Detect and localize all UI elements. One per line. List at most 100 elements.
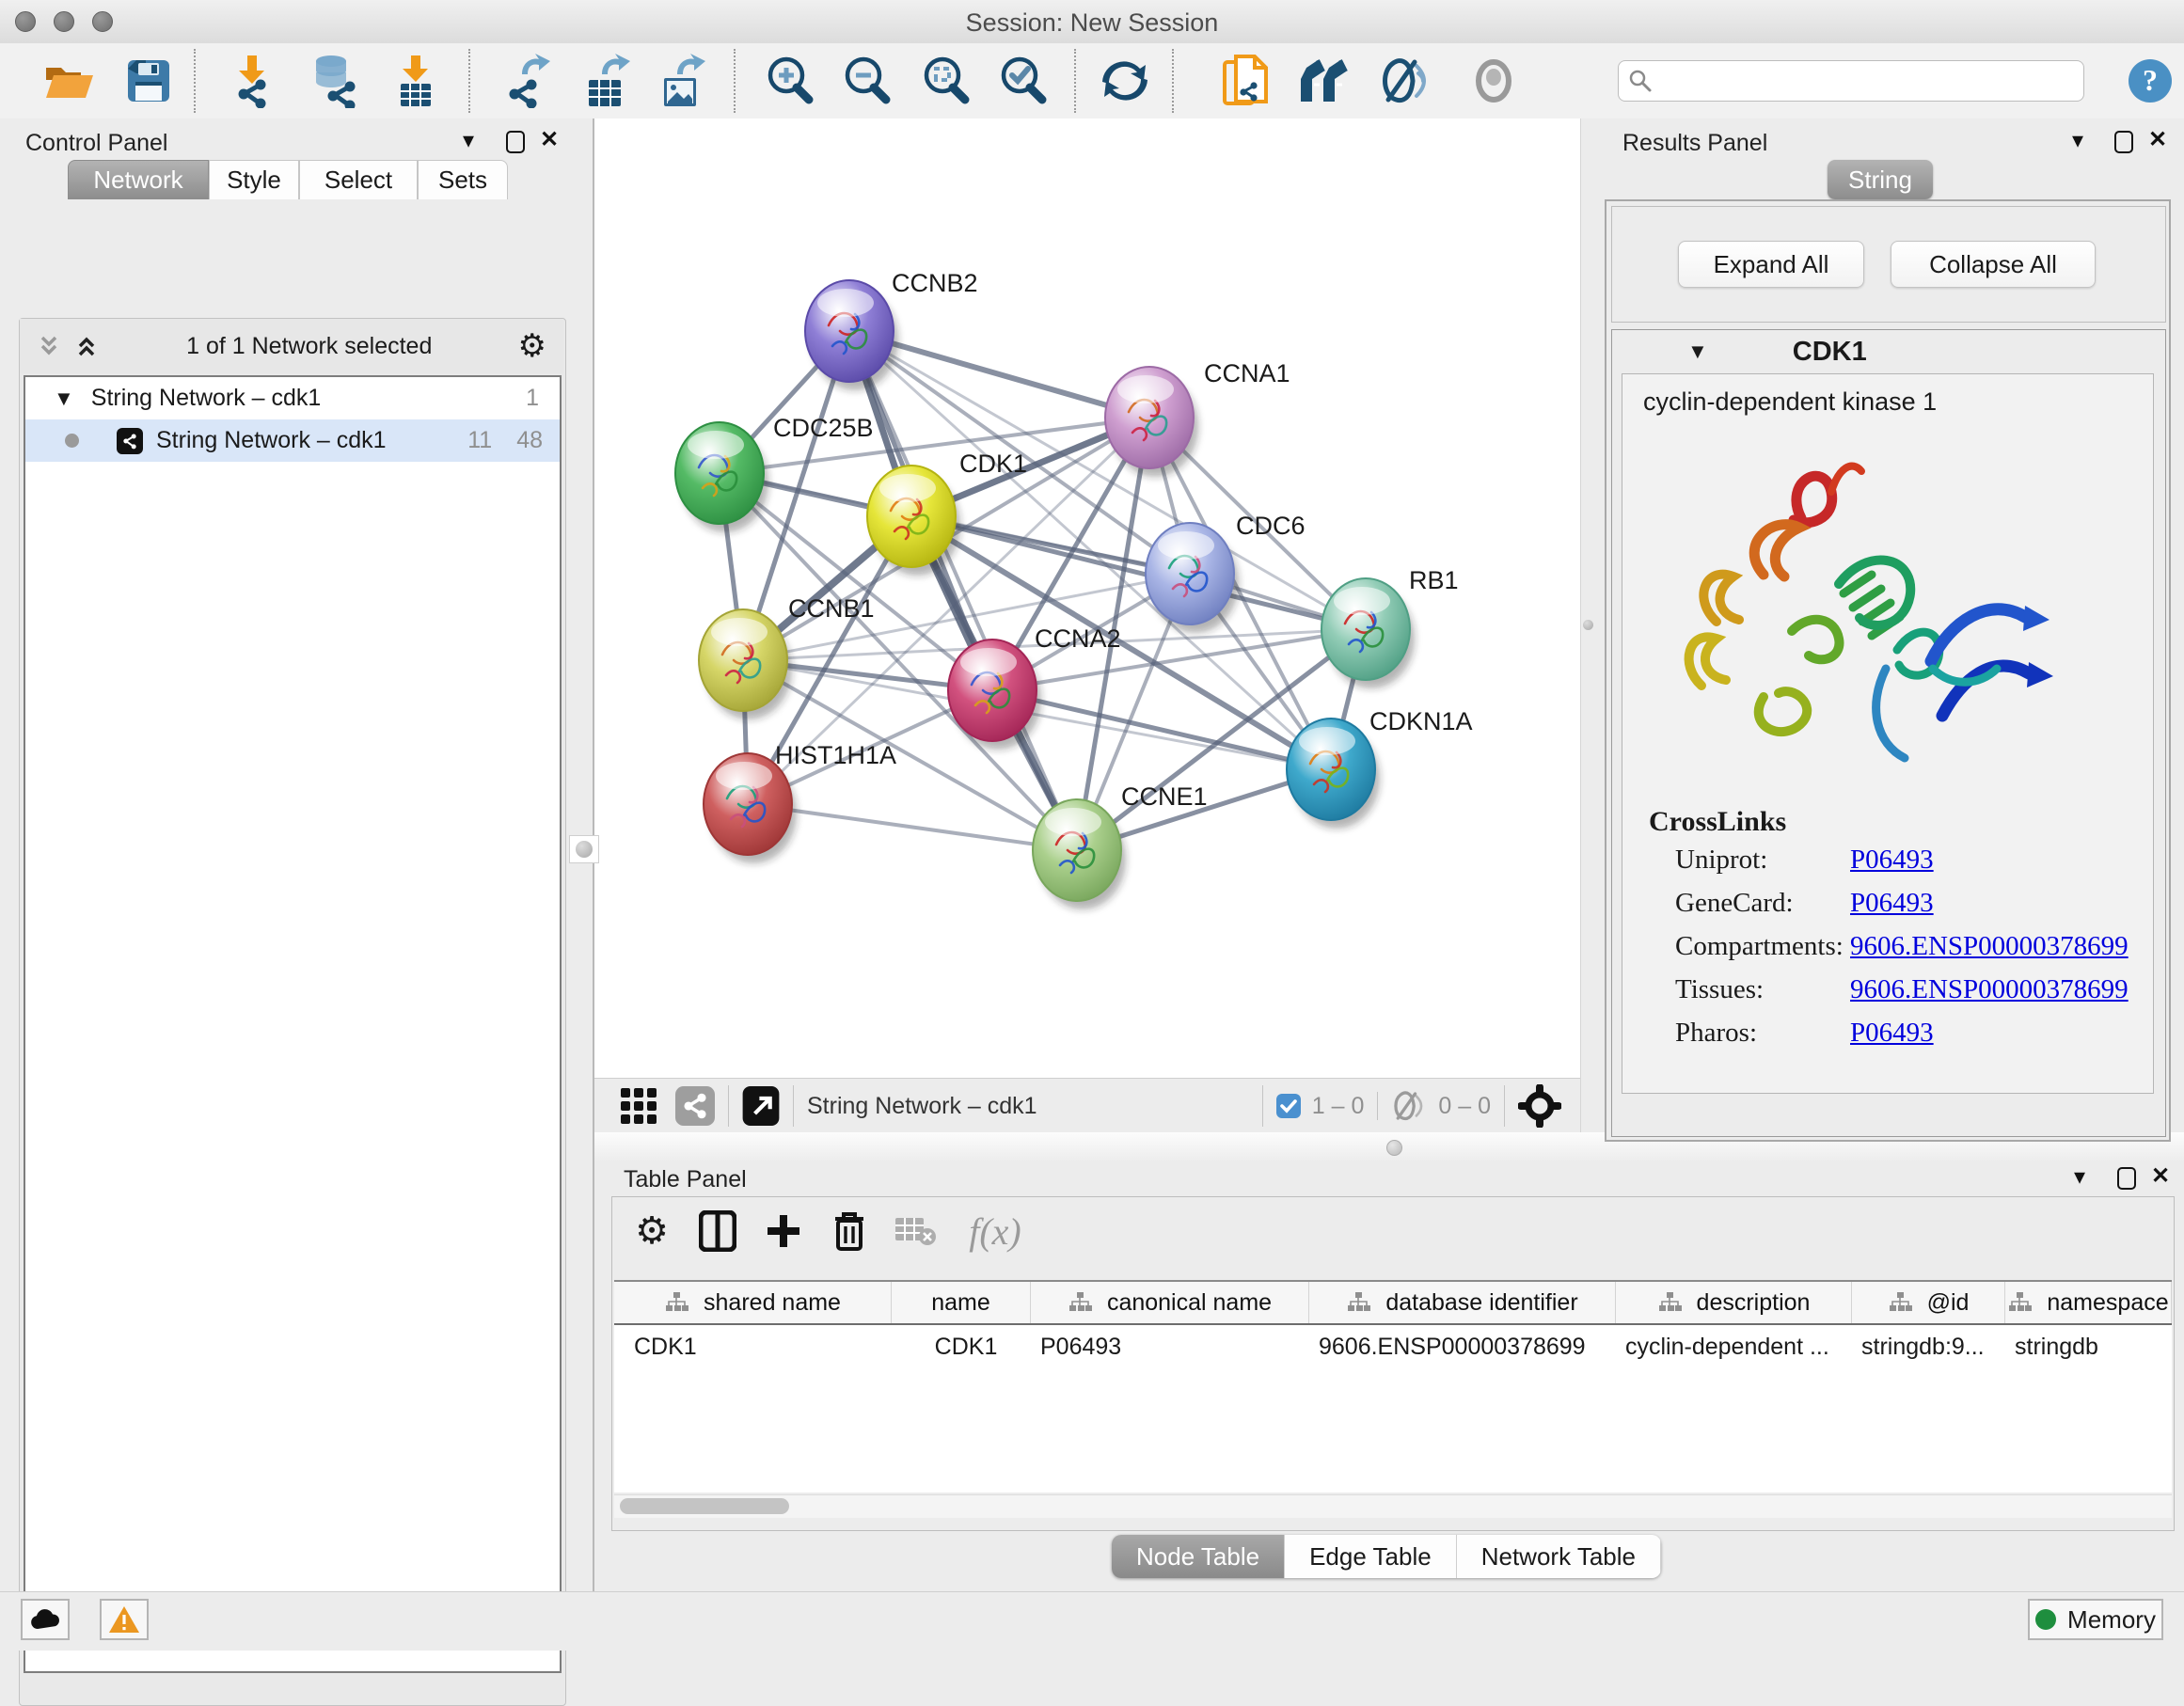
zoom-in-icon[interactable] bbox=[760, 51, 820, 111]
selected-checkbox-icon[interactable] bbox=[1276, 1094, 1301, 1118]
right-splitter[interactable] bbox=[1580, 118, 1595, 1132]
import-database-icon[interactable] bbox=[303, 51, 363, 111]
network-node-CCNE1[interactable] bbox=[1033, 799, 1126, 909]
column-header-database-identifier[interactable]: database identifier bbox=[1309, 1282, 1616, 1323]
panel-menu-icon[interactable]: ▾ bbox=[2072, 130, 2083, 152]
help-icon[interactable]: ? bbox=[2120, 51, 2180, 111]
column-header-description[interactable]: description bbox=[1616, 1282, 1852, 1323]
cloud-button[interactable] bbox=[21, 1599, 70, 1640]
crosslink-link[interactable]: 9606.ENSP00000378699 bbox=[1850, 931, 2129, 962]
show-graphics-icon[interactable] bbox=[1464, 51, 1524, 111]
cell-namespace[interactable]: stringdb bbox=[2005, 1325, 2172, 1368]
results-panel-title: Results Panel bbox=[1622, 130, 1767, 157]
node-table[interactable]: shared namenamecanonical namedatabase id… bbox=[614, 1280, 2172, 1493]
add-column-icon[interactable] bbox=[757, 1205, 810, 1257]
collapse-all-button[interactable]: Collapse All bbox=[1891, 241, 2096, 288]
left-splitter-handle[interactable] bbox=[569, 835, 599, 863]
save-session-icon[interactable] bbox=[119, 51, 179, 111]
delete-icon[interactable] bbox=[823, 1205, 876, 1257]
section-caret-icon[interactable]: ▼ bbox=[1687, 340, 1708, 364]
column-header-@id[interactable]: @id bbox=[1852, 1282, 2005, 1323]
cell-canonical-name[interactable]: P06493 bbox=[1031, 1325, 1309, 1368]
annotations-icon[interactable] bbox=[1217, 51, 1277, 111]
cell-name[interactable]: CDK1 bbox=[892, 1325, 1031, 1368]
split-view-icon[interactable] bbox=[691, 1205, 744, 1257]
string-network-graph[interactable]: CCNB2CCNA1CDC25BCDK1CDC6RB1CCNB1CCNA2CDK… bbox=[594, 118, 1580, 1078]
birds-eye-grid-icon[interactable] bbox=[619, 1086, 658, 1126]
search-input[interactable] bbox=[1653, 67, 2083, 95]
crosslink-link[interactable]: P06493 bbox=[1850, 888, 1934, 919]
network-node-CDK1[interactable] bbox=[867, 466, 960, 576]
collection-caret-icon[interactable]: ▼ bbox=[54, 387, 74, 411]
network-node-RB1[interactable] bbox=[1321, 578, 1415, 688]
zoom-selected-icon[interactable] bbox=[993, 51, 1053, 111]
panel-menu-icon[interactable]: ▾ bbox=[463, 130, 474, 152]
cell-@id[interactable]: stringdb:9... bbox=[1852, 1325, 2005, 1368]
network-node-CDKN1A[interactable] bbox=[1287, 719, 1380, 829]
panel-menu-icon[interactable]: ▾ bbox=[2074, 1166, 2085, 1189]
network-node-CCNA1[interactable] bbox=[1105, 367, 1198, 477]
network-node-CDC6[interactable] bbox=[1146, 523, 1239, 633]
refresh-icon[interactable] bbox=[1095, 51, 1155, 111]
crosslink-link[interactable]: 9606.ENSP00000378699 bbox=[1850, 974, 2129, 1005]
panel-close-icon[interactable]: ✕ bbox=[2148, 129, 2167, 151]
column-header-name[interactable]: name bbox=[892, 1282, 1031, 1323]
network-node-CCNB2[interactable] bbox=[805, 280, 898, 390]
share-view-icon[interactable] bbox=[675, 1086, 715, 1126]
network-options-gear-icon[interactable]: ⚙ bbox=[518, 330, 546, 362]
network-node-CCNA2[interactable] bbox=[948, 640, 1041, 750]
tab-string[interactable]: String bbox=[1828, 160, 1933, 199]
tab-network-table[interactable]: Network Table bbox=[1457, 1535, 1661, 1578]
tab-node-table[interactable]: Node Table bbox=[1112, 1535, 1285, 1578]
network-canvas[interactable]: CCNB2CCNA1CDC25BCDK1CDC6RB1CCNB1CCNA2CDK… bbox=[594, 118, 1580, 1078]
export-image-icon[interactable] bbox=[653, 51, 713, 111]
network-collection-row[interactable]: ▼ String Network – cdk1 1 bbox=[25, 377, 560, 419]
tab-edge-table[interactable]: Edge Table bbox=[1285, 1535, 1457, 1578]
crosshair-icon[interactable] bbox=[1518, 1084, 1561, 1128]
column-header-canonical-name[interactable]: canonical name bbox=[1031, 1282, 1309, 1323]
panel-float-icon[interactable] bbox=[506, 131, 525, 153]
cell-database-identifier[interactable]: 9606.ENSP00000378699 bbox=[1309, 1325, 1616, 1368]
table-settings-gear-icon[interactable]: ⚙ bbox=[625, 1205, 678, 1257]
panel-close-icon[interactable]: ✕ bbox=[2151, 1165, 2170, 1188]
table-hscrollbar[interactable] bbox=[614, 1494, 2172, 1518]
tab-network[interactable]: Network bbox=[68, 160, 209, 199]
delete-table-icon[interactable] bbox=[889, 1205, 942, 1257]
crosslink-link[interactable]: P06493 bbox=[1850, 845, 1934, 876]
tab-sets[interactable]: Sets bbox=[418, 160, 508, 199]
tab-style[interactable]: Style bbox=[209, 160, 299, 199]
column-header-namespace[interactable]: namespace bbox=[2005, 1282, 2172, 1323]
cell-description[interactable]: cyclin-dependent ... bbox=[1616, 1325, 1852, 1368]
tab-select[interactable]: Select bbox=[299, 160, 418, 199]
bundled-apps-icon[interactable] bbox=[1298, 51, 1358, 111]
import-network-icon[interactable] bbox=[222, 51, 282, 111]
open-in-window-icon[interactable] bbox=[742, 1086, 780, 1126]
crosslink-link[interactable]: P06493 bbox=[1850, 1018, 1934, 1049]
zoom-out-icon[interactable] bbox=[837, 51, 897, 111]
warning-button[interactable] bbox=[100, 1599, 149, 1640]
export-table-icon[interactable] bbox=[578, 51, 638, 111]
search-field[interactable] bbox=[1618, 60, 2084, 102]
hscroll-thumb[interactable] bbox=[620, 1498, 789, 1514]
collapse-all-icon[interactable] bbox=[35, 332, 63, 360]
node-section-title: CDK1 bbox=[1793, 337, 1867, 368]
network-row[interactable]: String Network – cdk1 11 48 bbox=[25, 419, 560, 462]
function-builder-icon[interactable]: f(x) bbox=[955, 1205, 1036, 1257]
memory-button[interactable]: Memory bbox=[2028, 1599, 2163, 1640]
table-row[interactable]: CDK1CDK1P064939606.ENSP00000378699cyclin… bbox=[614, 1325, 2172, 1368]
node-section-header[interactable]: ▼ CDK1 bbox=[1612, 330, 2165, 373]
hidden-eye-icon[interactable] bbox=[1391, 1090, 1427, 1122]
panel-float-icon[interactable] bbox=[2117, 1167, 2136, 1190]
panel-float-icon[interactable] bbox=[2114, 131, 2133, 153]
expand-all-icon[interactable] bbox=[72, 332, 101, 360]
zoom-fit-icon[interactable] bbox=[916, 51, 976, 111]
expand-all-button[interactable]: Expand All bbox=[1678, 241, 1864, 288]
export-network-icon[interactable] bbox=[497, 51, 557, 111]
cell-shared-name[interactable]: CDK1 bbox=[614, 1325, 892, 1368]
panel-close-icon[interactable]: ✕ bbox=[540, 129, 559, 151]
column-header-shared-name[interactable]: shared name bbox=[614, 1282, 892, 1323]
open-session-icon[interactable] bbox=[40, 51, 100, 111]
import-table-icon[interactable] bbox=[386, 51, 446, 111]
network-node-CDC25B[interactable] bbox=[675, 422, 768, 532]
hide-details-icon[interactable] bbox=[1375, 51, 1435, 111]
